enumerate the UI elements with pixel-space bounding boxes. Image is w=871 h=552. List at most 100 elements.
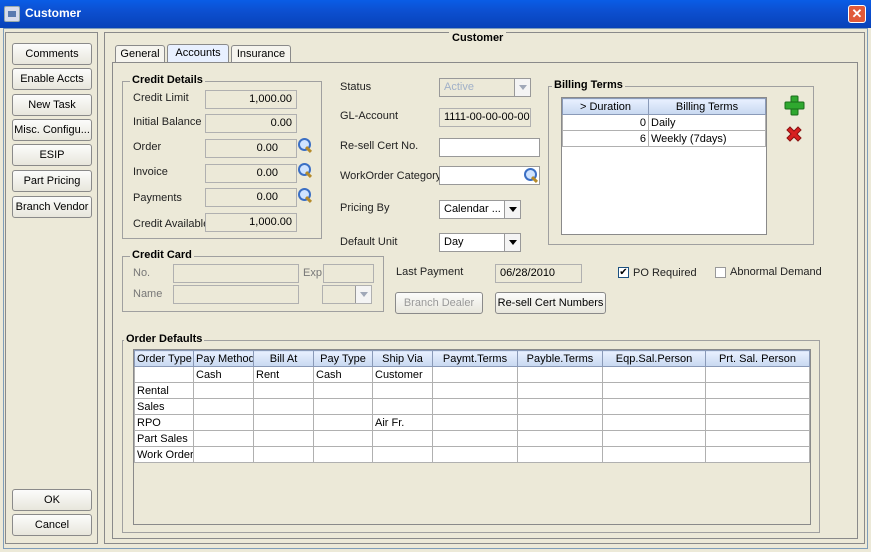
card-type-select[interactable] bbox=[322, 285, 372, 304]
table-cell[interactable] bbox=[372, 430, 433, 447]
branch-dealer-button[interactable]: Branch Dealer bbox=[395, 292, 483, 314]
order-lookup-icon[interactable] bbox=[298, 138, 312, 152]
col-bill-at[interactable]: Bill At bbox=[253, 350, 314, 367]
table-row[interactable]: Cash Rent Cash Customer bbox=[134, 366, 810, 383]
table-cell[interactable] bbox=[705, 398, 810, 415]
col-pay-type[interactable]: Pay Type bbox=[313, 350, 373, 367]
table-cell[interactable] bbox=[602, 446, 706, 463]
ok-button[interactable]: OK bbox=[12, 489, 92, 511]
workorder-lookup-icon[interactable] bbox=[524, 168, 538, 182]
table-row[interactable]: Rental bbox=[134, 382, 810, 399]
table-row[interactable]: 6 Weekly (7days) bbox=[562, 130, 766, 147]
table-cell[interactable] bbox=[705, 430, 810, 447]
table-cell[interactable]: RPO bbox=[134, 414, 194, 431]
table-cell[interactable] bbox=[372, 382, 433, 399]
table-cell[interactable] bbox=[432, 398, 518, 415]
pricing-by-select[interactable]: Calendar ... bbox=[439, 200, 521, 219]
table-cell[interactable] bbox=[253, 430, 314, 447]
new-task-button[interactable]: New Task bbox=[12, 94, 92, 116]
table-cell[interactable]: Air Fr. bbox=[372, 414, 433, 431]
add-button[interactable] bbox=[783, 94, 805, 116]
table-cell[interactable] bbox=[313, 430, 373, 447]
cancel-button[interactable]: Cancel bbox=[12, 514, 92, 536]
table-cell[interactable] bbox=[602, 414, 706, 431]
close-button[interactable]: ✕ bbox=[848, 5, 866, 23]
resell-cert-numbers-button[interactable]: Re-sell Cert Numbers bbox=[495, 292, 606, 314]
branch-vendor-button[interactable]: Branch Vendor bbox=[12, 196, 92, 218]
col-prt-sal-person[interactable]: Prt. Sal. Person bbox=[705, 350, 810, 367]
esip-button[interactable]: ESIP bbox=[12, 144, 92, 166]
abnormal-demand-checkbox[interactable] bbox=[715, 267, 726, 278]
table-cell[interactable] bbox=[517, 430, 603, 447]
table-row[interactable]: 0 Daily bbox=[562, 114, 766, 131]
table-cell[interactable] bbox=[253, 398, 314, 415]
card-name-field[interactable] bbox=[173, 285, 299, 304]
po-required-checkbox[interactable]: ✔ bbox=[618, 267, 629, 278]
table-cell[interactable] bbox=[193, 446, 254, 463]
table-cell[interactable] bbox=[705, 414, 810, 431]
table-cell[interactable] bbox=[432, 414, 518, 431]
table-cell[interactable] bbox=[134, 366, 194, 383]
table-row[interactable]: Sales bbox=[134, 398, 810, 415]
table-row[interactable]: Part Sales bbox=[134, 430, 810, 447]
col-eqp-sal-person[interactable]: Eqp.Sal.Person bbox=[602, 350, 706, 367]
table-cell[interactable] bbox=[193, 398, 254, 415]
table-cell[interactable] bbox=[313, 446, 373, 463]
table-cell[interactable] bbox=[517, 398, 603, 415]
table-cell[interactable] bbox=[602, 430, 706, 447]
table-cell[interactable] bbox=[372, 398, 433, 415]
table-cell[interactable] bbox=[602, 366, 706, 383]
table-cell[interactable] bbox=[372, 446, 433, 463]
table-cell[interactable] bbox=[193, 382, 254, 399]
table-cell[interactable] bbox=[432, 382, 518, 399]
table-cell[interactable] bbox=[705, 366, 810, 383]
default-unit-select[interactable]: Day bbox=[439, 233, 521, 252]
table-cell[interactable]: Sales bbox=[134, 398, 194, 415]
table-cell[interactable] bbox=[432, 430, 518, 447]
col-ship-via[interactable]: Ship Via bbox=[372, 350, 433, 367]
table-cell[interactable] bbox=[517, 366, 603, 383]
resell-cert-input[interactable] bbox=[439, 138, 540, 157]
table-cell[interactable] bbox=[313, 382, 373, 399]
table-cell[interactable] bbox=[705, 382, 810, 399]
part-pricing-button[interactable]: Part Pricing bbox=[12, 170, 92, 192]
tab-insurance[interactable]: Insurance bbox=[231, 45, 291, 63]
table-cell[interactable] bbox=[432, 366, 518, 383]
table-row[interactable]: RPO Air Fr. bbox=[134, 414, 810, 431]
misc-configure-button[interactable]: Misc. Configu... bbox=[12, 119, 92, 141]
card-no-field[interactable] bbox=[173, 264, 299, 283]
table-cell[interactable] bbox=[313, 398, 373, 415]
table-cell[interactable] bbox=[253, 382, 314, 399]
tab-general[interactable]: General bbox=[115, 45, 165, 63]
table-cell[interactable] bbox=[705, 446, 810, 463]
table-cell[interactable]: Part Sales bbox=[134, 430, 194, 447]
table-cell[interactable] bbox=[193, 430, 254, 447]
enable-accts-button[interactable]: Enable Accts bbox=[12, 68, 92, 90]
table-cell[interactable] bbox=[253, 414, 314, 431]
billing-col-terms[interactable]: Billing Terms bbox=[648, 98, 766, 115]
col-order-type[interactable]: Order Type bbox=[134, 350, 194, 367]
table-cell[interactable]: Work Order bbox=[134, 446, 194, 463]
table-cell[interactable] bbox=[602, 398, 706, 415]
invoice-lookup-icon[interactable] bbox=[298, 163, 312, 177]
table-cell[interactable] bbox=[602, 382, 706, 399]
billing-col-duration[interactable]: > Duration bbox=[562, 98, 649, 115]
table-cell[interactable]: Cash bbox=[313, 366, 373, 383]
table-cell[interactable] bbox=[193, 414, 254, 431]
col-payble-terms[interactable]: Payble.Terms bbox=[517, 350, 603, 367]
table-cell[interactable] bbox=[517, 414, 603, 431]
tab-accounts[interactable]: Accounts bbox=[167, 44, 229, 63]
table-cell[interactable] bbox=[517, 446, 603, 463]
card-exp-field[interactable] bbox=[323, 264, 374, 283]
col-pay-method[interactable]: Pay Method bbox=[193, 350, 254, 367]
table-cell[interactable]: Rental bbox=[134, 382, 194, 399]
table-cell[interactable] bbox=[432, 446, 518, 463]
table-row[interactable]: Work Order bbox=[134, 446, 810, 463]
table-cell[interactable]: Cash bbox=[193, 366, 254, 383]
table-cell[interactable] bbox=[253, 446, 314, 463]
comments-button[interactable]: Comments bbox=[12, 43, 92, 65]
payments-lookup-icon[interactable] bbox=[298, 188, 312, 202]
delete-button[interactable] bbox=[783, 123, 805, 145]
table-cell[interactable]: Rent bbox=[253, 366, 314, 383]
col-paymt-terms[interactable]: Paymt.Terms bbox=[432, 350, 518, 367]
